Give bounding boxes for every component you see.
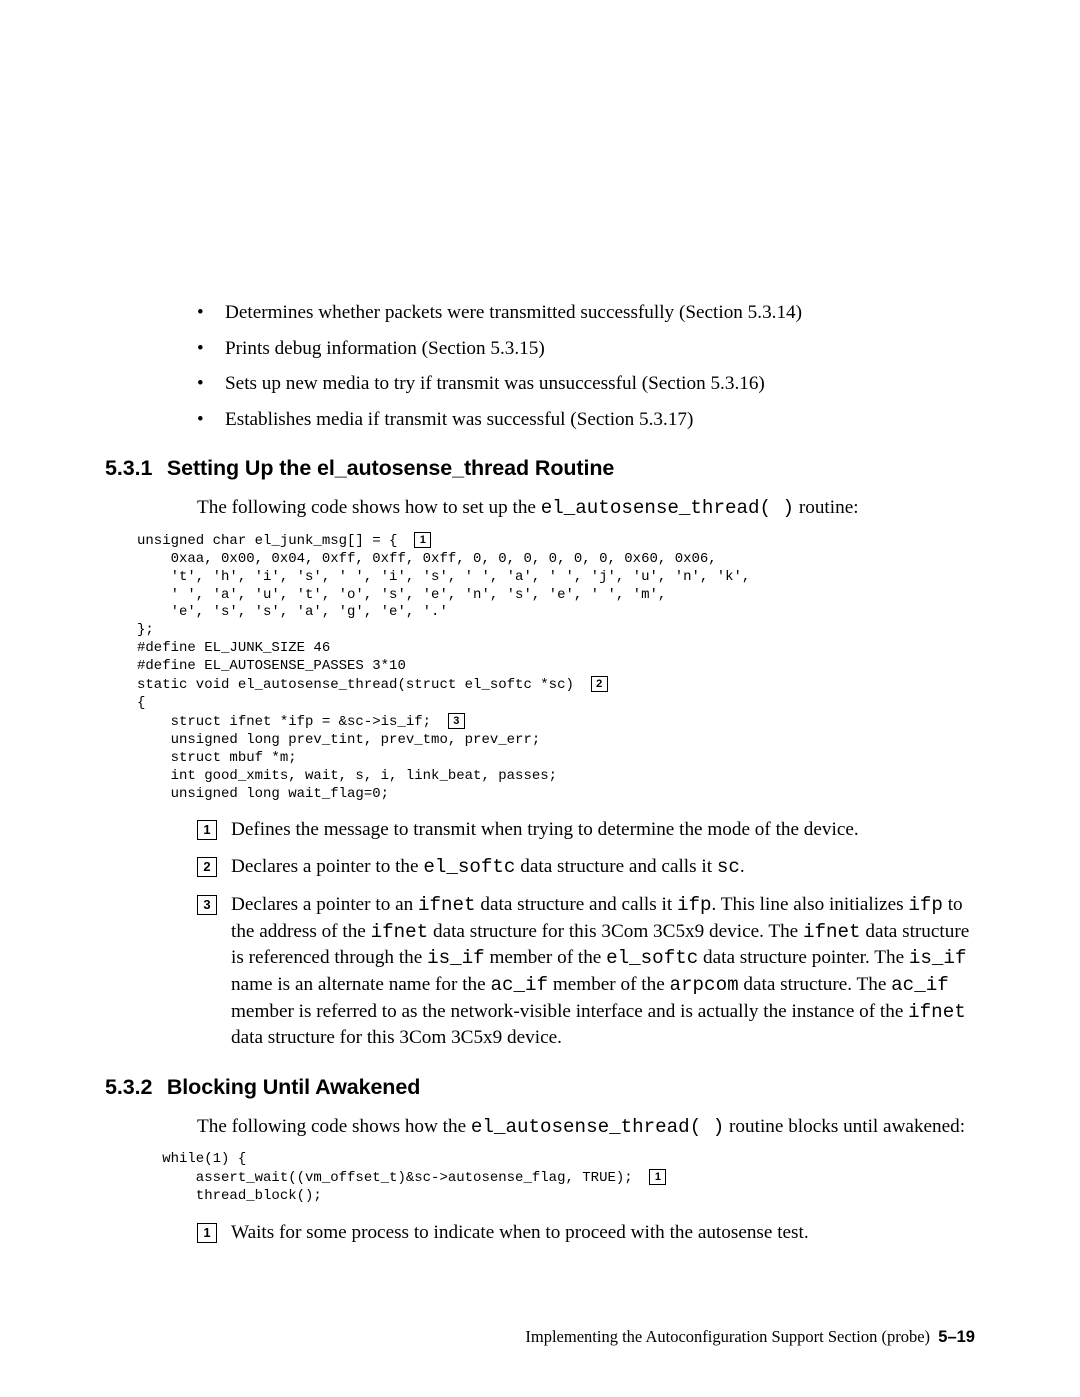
section-heading-532: 5.3.2 Blocking Until Awakened	[105, 1075, 975, 1100]
code-span: ifp	[908, 894, 943, 916]
list-item: Establishes media if transmit was succes…	[197, 407, 975, 433]
code-line: unsigned long wait_flag=0;	[137, 786, 389, 802]
code-span: ifnet	[908, 1001, 966, 1023]
page-footer: Implementing the Autoconfiguration Suppo…	[525, 1327, 975, 1347]
note-item: 2 Declares a pointer to the el_softc dat…	[197, 854, 975, 881]
list-item: Prints debug information (Section 5.3.15…	[197, 336, 975, 362]
text: member is referred to as the network-vis…	[231, 1001, 908, 1022]
code-span: ifp	[677, 894, 712, 916]
list-item: Sets up new media to try if transmit was…	[197, 371, 975, 397]
callout-box: 1	[414, 532, 431, 548]
section-intro: The following code shows how to set up t…	[105, 495, 975, 522]
note-item: 1 Defines the message to transmit when t…	[197, 817, 975, 843]
code-line: static void el_autosense_thread(struct e…	[137, 677, 591, 693]
text: name is an alternate name for the	[231, 974, 490, 995]
section-number: 5.3.2	[105, 1075, 161, 1100]
code-line: #define EL_JUNK_SIZE 46	[137, 640, 330, 656]
text: . This line also initializes	[712, 894, 909, 915]
code-span: ifnet	[371, 921, 429, 943]
code-line: assert_wait((vm_offset_t)&sc->autosense_…	[137, 1170, 649, 1186]
callout-box: 1	[649, 1169, 666, 1185]
text: .	[740, 856, 745, 877]
section-intro: The following code shows how the el_auto…	[105, 1114, 975, 1141]
note-text: Declares a pointer to an ifnet data stru…	[231, 894, 969, 1049]
footer-text: Implementing the Autoconfiguration Suppo…	[525, 1327, 930, 1346]
text: member of the	[548, 974, 669, 995]
text: Declares a pointer to the	[231, 856, 423, 877]
callout-notes: 1 Defines the message to transmit when t…	[105, 817, 975, 1051]
code-line: while(1) {	[137, 1151, 246, 1167]
page-number: 5–19	[938, 1328, 975, 1346]
code-line: 'e', 's', 's', 'a', 'g', 'e', '.'	[137, 604, 448, 620]
code-span: ifnet	[803, 921, 861, 943]
content-area: Determines whether packets were transmit…	[105, 300, 975, 1245]
text: data structure for this 3Com 3C5x9 devic…	[428, 921, 803, 942]
section-heading-531: 5.3.1 Setting Up the el_autosense_thread…	[105, 456, 975, 481]
code-line: struct ifnet *ifp = &sc->is_if;	[137, 714, 448, 730]
section-title: Blocking Until Awakened	[167, 1075, 420, 1099]
code-line: unsigned long prev_tint, prev_tmo, prev_…	[137, 732, 540, 748]
text: Declares a pointer to an	[231, 894, 418, 915]
note-text: Defines the message to transmit when try…	[231, 819, 859, 840]
code-span: sc	[717, 856, 740, 878]
code-block: while(1) { assert_wait((vm_offset_t)&sc-…	[137, 1151, 975, 1206]
code-line: int good_xmits, wait, s, i, link_beat, p…	[137, 768, 557, 784]
text: routine:	[794, 497, 858, 518]
code-span: el_autosense_thread( )	[471, 1116, 724, 1138]
section-title: Setting Up the el_autosense_thread Routi…	[167, 456, 614, 480]
callout-box: 3	[448, 713, 465, 729]
code-line: 0xaa, 0x00, 0x04, 0xff, 0xff, 0xff, 0, 0…	[137, 551, 717, 567]
callout-box: 2	[591, 676, 608, 692]
code-line: unsigned char el_junk_msg[] = {	[137, 533, 414, 549]
code-line: #define EL_AUTOSENSE_PASSES 3*10	[137, 658, 406, 674]
code-span: el_autosense_thread( )	[541, 497, 794, 519]
list-item: Determines whether packets were transmit…	[197, 300, 975, 326]
code-line: ' ', 'a', 'u', 't', 'o', 's', 'e', 'n', …	[137, 587, 666, 603]
code-span: el_softc	[606, 947, 698, 969]
code-span: is_if	[909, 947, 967, 969]
page: Determines whether packets were transmit…	[0, 0, 1080, 1397]
code-span: ac_if	[490, 974, 548, 996]
callout-box: 1	[197, 1223, 217, 1243]
callout-box: 1	[197, 820, 217, 840]
text: data structure. The	[739, 974, 892, 995]
code-line: };	[137, 622, 154, 638]
text: data structure and calls it	[476, 894, 677, 915]
code-span: ac_if	[891, 974, 949, 996]
text: data structure for this 3Com 3C5x9 devic…	[231, 1027, 562, 1048]
text: data structure and calls it	[515, 856, 716, 877]
text: The following code shows how the	[197, 1116, 471, 1137]
code-span: is_if	[427, 947, 485, 969]
code-span: arpcom	[670, 974, 739, 996]
code-span: ifnet	[418, 894, 476, 916]
text: The following code shows how to set up t…	[197, 497, 541, 518]
text: data structure pointer. The	[698, 947, 909, 968]
text: routine blocks until awakened:	[724, 1116, 965, 1137]
top-bullet-list: Determines whether packets were transmit…	[105, 300, 975, 432]
code-span: el_softc	[423, 856, 515, 878]
note-item: 3 Declares a pointer to an ifnet data st…	[197, 892, 975, 1051]
code-block: unsigned char el_junk_msg[] = { 1 0xaa, …	[137, 532, 975, 804]
code-line: thread_block();	[137, 1188, 322, 1204]
note-text: Waits for some process to indicate when …	[231, 1222, 809, 1243]
note-text: Declares a pointer to the el_softc data …	[231, 856, 745, 877]
callout-notes: 1 Waits for some process to indicate whe…	[105, 1220, 975, 1246]
text: member of the	[485, 947, 606, 968]
code-line: 't', 'h', 'i', 's', ' ', 'i', 's', ' ', …	[137, 569, 750, 585]
note-item: 1 Waits for some process to indicate whe…	[197, 1220, 975, 1246]
callout-box: 2	[197, 857, 217, 877]
callout-box: 3	[197, 895, 217, 915]
section-number: 5.3.1	[105, 456, 161, 481]
code-line: {	[137, 695, 145, 711]
code-line: struct mbuf *m;	[137, 750, 297, 766]
